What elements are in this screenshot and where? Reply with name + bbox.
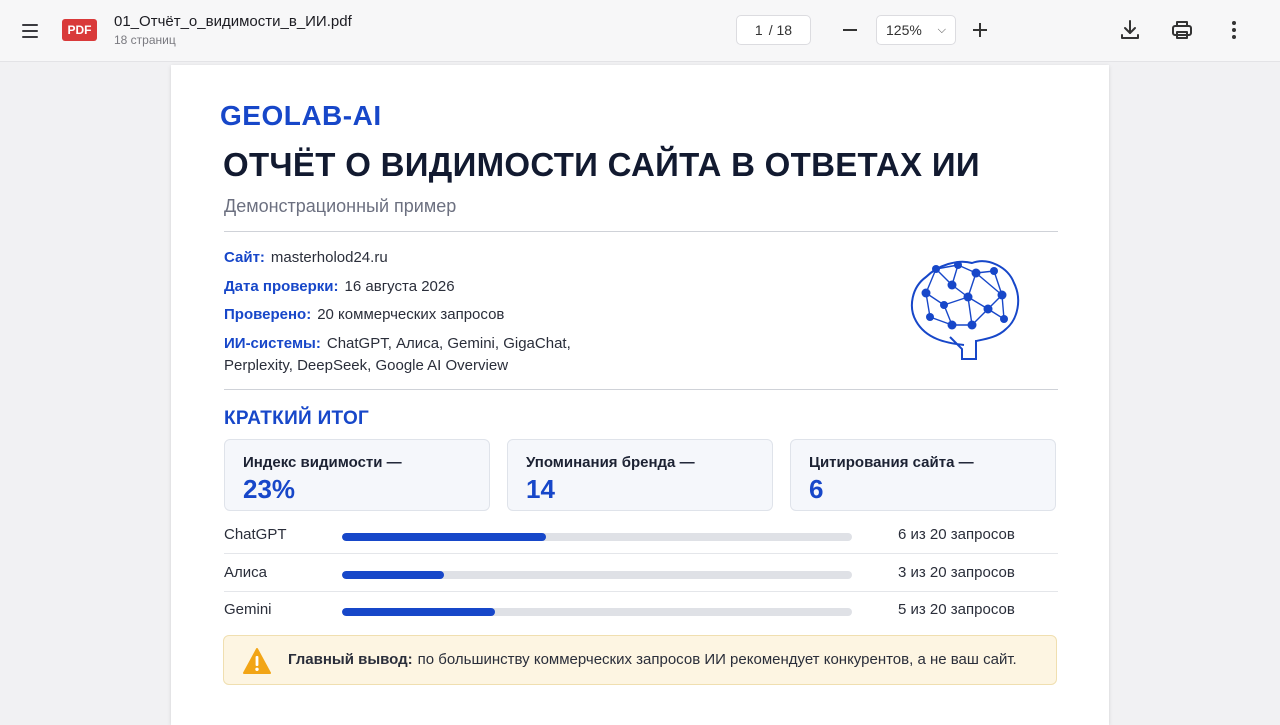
engine-row-alisa: Алиса 3 из 20 запросов (224, 555, 1058, 592)
current-page[interactable]: 1 (755, 22, 763, 38)
ai-brain-icon (910, 260, 1020, 360)
warning-icon (243, 648, 271, 674)
card-visibility-index: Индекс видимости — 23% (224, 439, 490, 511)
page-number-field[interactable]: 1 / 18 (736, 15, 811, 45)
meta-date-value: 16 августа 2026 (344, 278, 455, 295)
zoom-value: 125% (886, 22, 922, 38)
zoom-in-icon[interactable] (970, 20, 990, 40)
meta-date: Дата проверки: 16 августа 2026 (224, 276, 455, 298)
main-conclusion-alert: Главный вывод: по большинству коммерчески… (223, 635, 1057, 685)
meta-site-value: masterholod24.ru (270, 249, 388, 266)
progress-fill (342, 533, 546, 541)
progress-track (342, 608, 852, 616)
card-value: 6 (809, 474, 824, 504)
file-page-count: 18 страниц (114, 33, 176, 47)
card-value: 23% (243, 474, 296, 504)
card-brand-mentions: Упоминания бренда — 14 (507, 439, 773, 511)
card-label: Цитирования сайта — (809, 454, 974, 471)
engine-name: Gemini (224, 601, 272, 618)
total-pages: / 18 (768, 22, 793, 38)
zoom-out-icon[interactable] (840, 20, 860, 40)
divider (224, 389, 1058, 390)
progress-track (342, 571, 852, 579)
engine-name: ChatGPT (224, 526, 287, 543)
alert-body: по большинству коммерческих запросов ИИ … (417, 651, 1017, 668)
pdf-page: GEOLAB-AI ОТЧЁТ О ВИДИМОСТИ САЙТА В ОТВЕ… (171, 65, 1109, 725)
meta-checked: Проверено: 20 коммерческих запросов (224, 304, 504, 326)
meta-site: Сайт: masterholod24.ru (224, 247, 388, 269)
card-label: Упоминания бренда — (526, 454, 695, 471)
report-subtitle: Демонстрационный пример (224, 196, 457, 216)
chevron-down-icon: ⌵ (937, 24, 946, 36)
menu-icon[interactable] (20, 20, 42, 42)
brand-logo: GEOLAB-AI (220, 100, 382, 131)
engine-row-chatgpt: ChatGPT 6 из 20 запросов (224, 517, 1058, 554)
engine-result: 3 из 20 запросов (898, 564, 1015, 581)
engine-result: 5 из 20 запросов (898, 601, 1015, 618)
progress-fill (342, 571, 444, 579)
engine-name: Алиса (224, 564, 267, 581)
pdf-file-icon: PDF (62, 19, 97, 41)
meta-systems: ИИ-системы: ChatGPT, Алиса, Gemini, GigaC… (224, 333, 571, 377)
viewer-toolbar: PDF 01_Отчёт_о_видимости_в_ИИ.pdf 18 стр… (0, 0, 1280, 62)
meta-systems-value-1: ChatGPT, Алиса, Gemini, GigaChat, (326, 335, 571, 352)
meta-systems-label: ИИ-системы: (224, 335, 321, 352)
summary-heading: КРАТКИЙ ИТОГ (224, 408, 370, 429)
card-value: 14 (526, 474, 555, 504)
zoom-select[interactable]: 125% ⌵ (876, 15, 956, 45)
more-options-icon[interactable] (1222, 18, 1246, 42)
progress-track (342, 533, 852, 541)
divider (224, 231, 1058, 232)
alert-label: Главный вывод: (288, 651, 413, 668)
card-site-citations: Цитирования сайта — 6 (790, 439, 1056, 511)
meta-site-label: Сайт: (224, 249, 265, 266)
report-title: ОТЧЁТ О ВИДИМОСТИ САЙТА В ОТВЕТАХ ИИ (223, 146, 980, 183)
engine-row-gemini: Gemini 5 из 20 запросов (224, 592, 1058, 629)
meta-checked-label: Проверено: (224, 306, 312, 323)
engine-result: 6 из 20 запросов (898, 526, 1015, 543)
progress-fill (342, 608, 495, 616)
meta-checked-value: 20 коммерческих запросов (317, 306, 505, 323)
meta-date-label: Дата проверки: (224, 278, 339, 295)
file-name: 01_Отчёт_о_видимости_в_ИИ.pdf (114, 13, 352, 30)
print-icon[interactable] (1170, 18, 1194, 42)
meta-systems-value-2: Perplexity, DeepSeek, Google AI Overview (224, 357, 509, 374)
row-divider (224, 553, 1058, 554)
alert-text: Главный вывод: по большинству коммерчески… (288, 651, 1017, 668)
download-icon[interactable] (1118, 18, 1142, 42)
card-label: Индекс видимости — (243, 454, 402, 471)
